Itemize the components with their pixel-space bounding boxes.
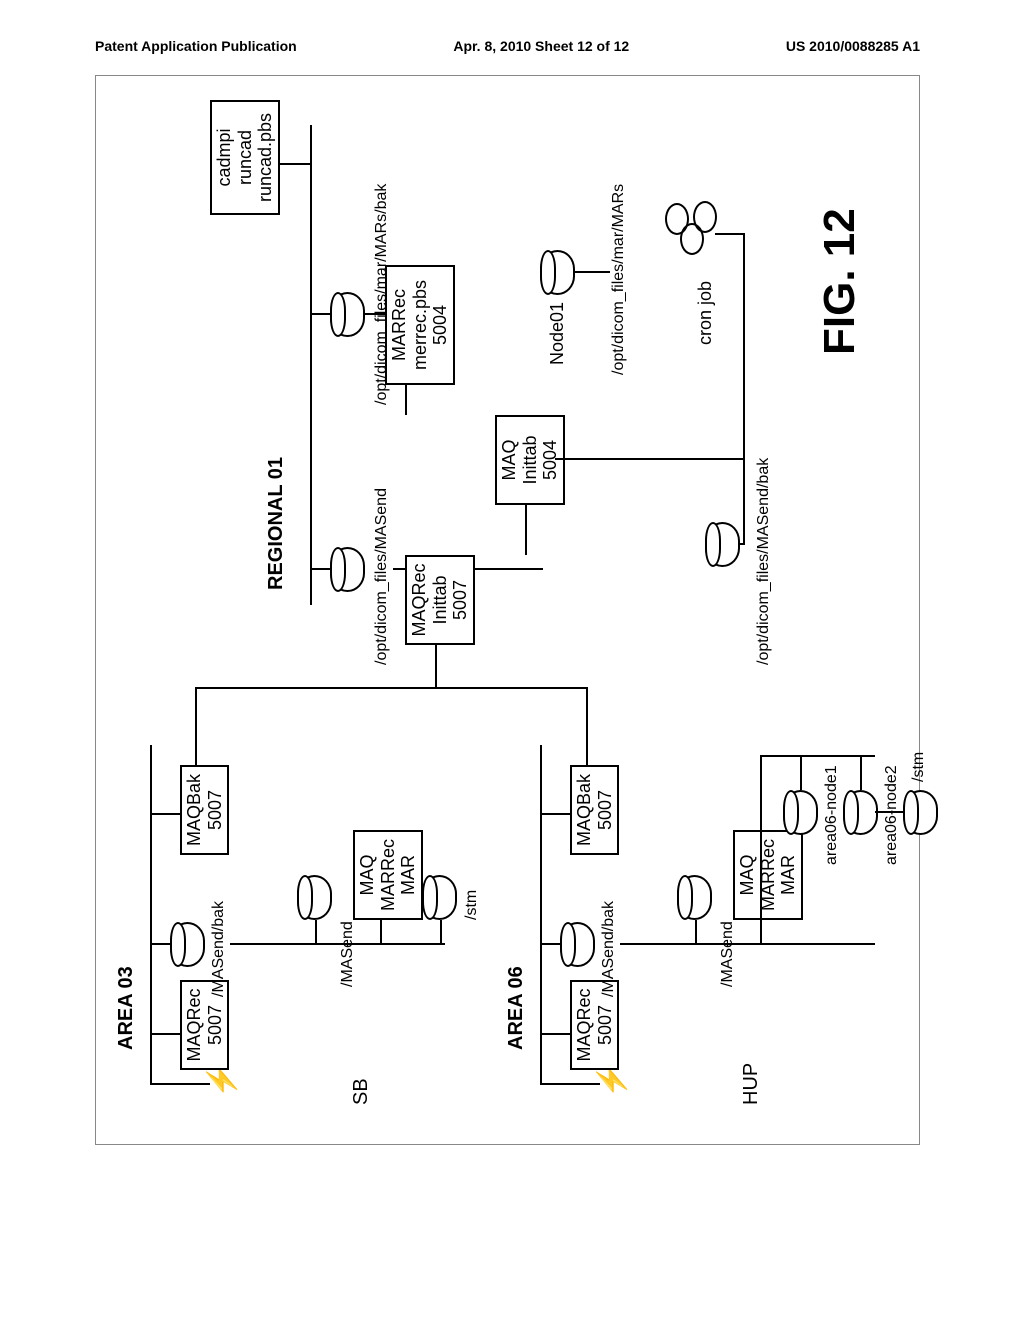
area03-dir-send: /MASend [339,921,357,987]
header-right: US 2010/0088285 A1 [786,38,920,54]
header-mid: Apr. 8, 2010 Sheet 12 of 12 [453,38,629,54]
area03-svc-text: MAQMARRecMAR [357,839,418,911]
a06-node2-disk [843,790,878,835]
a06-nodes-h [760,755,762,945]
regional-node01: Node01 [547,302,568,365]
area03-dir-send-bak: /MASend/bak [210,901,228,997]
regional-cronjob: cron job [695,281,716,345]
area03-svc-box: MAQMARRecMAR [353,830,423,920]
a06-nodes-v [760,755,875,757]
regional-dir-masend: /opt/dicom_files/MASend [373,488,391,665]
a03-mb-stem [150,813,180,815]
area03-bolt-v [150,1083,210,1085]
area06-maqbak-box: MAQBak5007 [570,765,619,855]
a03-masendbak-disk [170,922,205,967]
a06-n1-h [800,755,802,790]
area06-title: AREA 06 [505,966,528,1050]
reg-masendbak-disk [705,522,740,567]
reg-node01-disk [540,250,575,295]
regional-maq-box: MAQInittab5004 [495,415,565,505]
regional-marrec-text: MARRecmerrec.pbs5004 [389,280,450,370]
a03-stm-disk [422,875,457,920]
reg-mars-stem [310,313,330,315]
reg-marrec-stem [365,313,385,315]
regional-title: REGIONAL 01 [265,457,288,590]
a06-maqrec-stem [540,1033,570,1035]
a06-sb-stem [540,943,560,945]
link-to-reg [435,645,437,689]
link-a06-out [586,687,588,767]
area03-title: AREA 03 [115,966,138,1050]
area03-dir-stm: /stm [463,890,481,920]
area06-svc-box: MAQMARRecMAR [733,830,803,920]
reg-masend-disk [330,547,365,592]
reg-top-h [310,125,312,605]
page-header: Patent Application Publication Apr. 8, 2… [95,38,920,54]
a06-ms-h [695,920,697,945]
a06-masendbak-disk [560,922,595,967]
area06-svc-text: MAQMARRecMAR [737,839,798,911]
regional-dir-masend-bak: /opt/dicom_files/MASend/bak [755,458,773,665]
recycle-icon-part3 [693,201,717,233]
area06-node2: area06-node2 [883,765,901,865]
regional-scripts-box: cadmpiruncadruncad.pbs [210,100,280,215]
a06-trunk [620,943,875,945]
link-vertical [195,687,588,689]
regional-marrec-box: MARRecmerrec.pbs5004 [385,265,455,385]
a06-stm-disk [903,790,938,835]
reg-lower-h [743,235,745,545]
area03-external: SB [350,1078,373,1105]
regional-maqrec-text: MAQRecInittab5007 [409,564,470,637]
recycle-icon-part2 [665,203,689,235]
area06-dir-send: /MASend [719,921,737,987]
a03-maqrec-stem [150,1033,180,1035]
area03-maqrec-text: MAQRec5007 [184,989,225,1062]
area06-maqbak-text: MAQBak5007 [574,774,615,846]
area03-maqbak-text: MAQBak5007 [184,774,225,846]
a06-mb-stem [540,813,570,815]
reg-marrec-h [405,385,407,415]
area06-dir-send-bak: /MASend/bak [600,901,618,997]
regional-scripts-text: cadmpiruncadruncad.pbs [214,113,275,202]
regional-maqrec-box: MAQRecInittab5007 [405,555,475,645]
a03-stm-h [440,920,442,945]
figure-label: FIG. 12 [815,208,865,355]
reg-scripts-stem [275,163,310,165]
a03-sb-stem [150,943,170,945]
area06-node1: area06-node1 [823,765,841,865]
area06-bolt-v [540,1083,600,1085]
reg-n01-stem [575,271,610,273]
regional-maq-text: MAQInittab5004 [499,435,560,484]
header-left: Patent Application Publication [95,38,297,54]
area06-external: HUP [740,1063,763,1105]
regional-dir-mars2: /opt/dicom_files/mar/MARs [610,184,628,375]
area06-maqrec-text: MAQRec5007 [574,989,615,1062]
link-a03-out [195,687,197,767]
area06-dir-stm: /stm [910,752,928,782]
a06-node1-disk [783,790,818,835]
a03-trunk [230,943,445,945]
reg-cron-stem [715,233,745,235]
a06-masend-disk [677,875,712,920]
reg-msb-stem [740,543,745,545]
a03-svc-h [380,920,382,945]
diagram: AREA 03 ⚡ SB MAQRec5007 /MASend/bak MAQB… [95,75,920,1145]
reg-mars-disk [330,292,365,337]
a06-stm-v [875,811,905,813]
a06-n2-h [860,755,862,790]
area03-maqbak-box: MAQBak5007 [180,765,229,855]
reg-masend-stem [310,568,330,570]
reg-lower-trunk [555,458,745,460]
a03-ms-h [315,920,317,945]
a03-masend-disk [297,875,332,920]
